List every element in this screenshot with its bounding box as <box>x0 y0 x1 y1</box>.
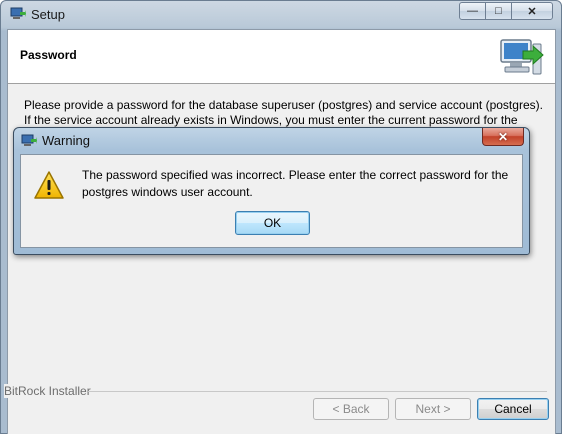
minimize-icon: — <box>467 5 478 17</box>
cancel-button[interactable]: Cancel <box>477 398 549 420</box>
computer-install-icon <box>500 39 544 75</box>
footer-divider <box>88 391 547 392</box>
close-icon: ✕ <box>527 5 537 18</box>
close-icon: ✕ <box>497 129 509 144</box>
ok-button[interactable]: OK <box>235 211 310 235</box>
warning-icon <box>34 171 64 199</box>
dialog-body: The password specified was incorrect. Pl… <box>20 154 523 248</box>
page-title: Password <box>20 48 77 62</box>
next-button[interactable]: Next > <box>395 398 471 420</box>
dialog-close-button[interactable]: ✕ <box>482 128 524 146</box>
window-title: Setup <box>31 7 65 22</box>
background-strip <box>562 0 570 434</box>
setup-app-icon <box>10 7 26 19</box>
maximize-button[interactable]: □ <box>485 2 512 20</box>
close-button[interactable]: ✕ <box>511 2 553 20</box>
dialog-message: The password specified was incorrect. Pl… <box>82 168 509 199</box>
page-header: Password <box>8 30 555 84</box>
maximize-icon: □ <box>495 5 502 17</box>
minimize-button[interactable]: — <box>459 2 486 20</box>
dialog-title: Warning <box>42 133 90 148</box>
back-button[interactable]: < Back <box>313 398 389 420</box>
setup-title-bar[interactable]: Setup — □ ✕ <box>1 1 561 29</box>
caption-buttons: — □ ✕ <box>459 2 553 20</box>
warning-dialog: Warning ✕ The password specified was inc… <box>13 127 530 255</box>
installer-label: BitRock Installer <box>4 384 95 398</box>
dialog-app-icon <box>21 134 37 146</box>
